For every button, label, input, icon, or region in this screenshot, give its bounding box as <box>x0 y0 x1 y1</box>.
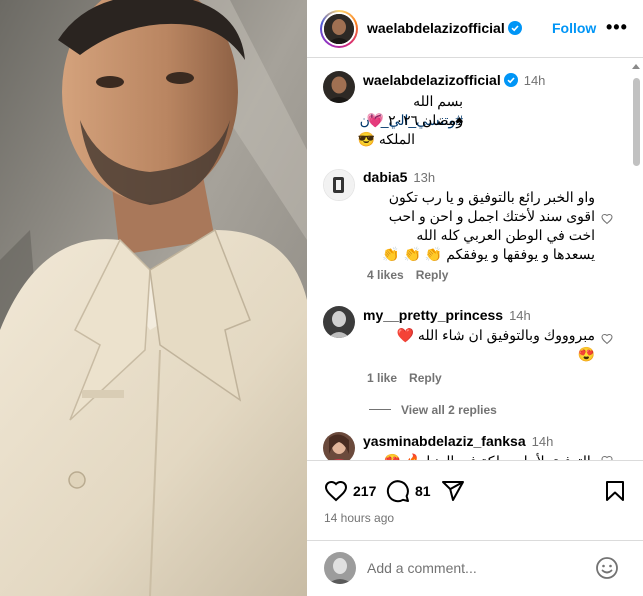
comment-text-line: 😍 <box>577 346 595 362</box>
verified-badge-icon <box>507 21 522 35</box>
portrait-illustration <box>0 0 307 596</box>
comment-text-line: اقوى سند لأختك اجمل و احن و احب <box>388 208 595 224</box>
comment-composer <box>307 540 643 596</box>
comment-meta: 1 like Reply <box>367 371 454 385</box>
follow-button[interactable]: Follow <box>552 20 596 36</box>
replies-divider <box>369 409 391 410</box>
like-comment-heart-icon[interactable] <box>601 213 613 225</box>
commenter-username[interactable]: my__pretty_princess 14h <box>363 307 531 323</box>
comment-text-line: اخت في الوطن العربي كله الله <box>416 227 595 243</box>
smiley-icon[interactable] <box>595 556 619 580</box>
caption-username[interactable]: waelabdelazizofficial 14h <box>363 72 545 88</box>
post-timestamp: 14 hours ago <box>324 511 395 525</box>
comment-text-line: مبروووك وبالتوفيق ان شاء الله ❤️ <box>396 327 595 343</box>
commenter-username[interactable]: dabia5 13h <box>363 169 435 185</box>
comment-input[interactable] <box>367 558 587 578</box>
heart-icon[interactable] <box>324 479 348 503</box>
post-details-pane: waelabdelazizofficial Follow ••• waelabd… <box>307 0 643 596</box>
post-photo <box>0 0 307 596</box>
comments-list: waelabdelazizofficial 14h بسم الله #وتنسي… <box>307 58 629 460</box>
post-header: waelabdelazizofficial Follow ••• <box>307 0 643 58</box>
reply-button[interactable]: Reply <box>416 268 449 282</box>
comment-icon[interactable] <box>386 479 410 503</box>
author-username[interactable]: waelabdelazizofficial <box>367 20 522 36</box>
comment-text-line: بالتوفيق لأحلى ملكة في الدنيا 🔥 😍 <box>345 452 595 460</box>
scrollbar-thumb[interactable] <box>633 78 640 166</box>
like-comment-heart-icon[interactable] <box>601 333 613 345</box>
reply-button[interactable]: Reply <box>409 371 442 385</box>
share-icon[interactable] <box>441 479 465 503</box>
comments-count[interactable]: 81 <box>415 483 431 499</box>
comments-scrollbar[interactable] <box>629 58 643 460</box>
post-actions-bar: 217 81 14 hours ago <box>307 460 643 540</box>
scroll-up-arrow-icon[interactable] <box>632 64 640 69</box>
comment-meta: 4 likes Reply <box>367 268 460 282</box>
bookmark-icon[interactable] <box>603 479 627 503</box>
likes-count[interactable]: 1 like <box>367 371 397 385</box>
likes-count[interactable]: 4 likes <box>367 268 404 282</box>
author-avatar[interactable] <box>320 10 358 48</box>
caption-line-3: الملكه 😎 <box>357 131 415 147</box>
more-options-icon[interactable]: ••• <box>606 17 628 38</box>
commenter-username[interactable]: yasminabdelaziz_fanksa 14h <box>363 433 553 449</box>
likes-count[interactable]: 217 <box>353 483 376 499</box>
caption-line-2: رمضان ٢٠٢٦ 💗 <box>366 112 463 128</box>
comment-text-line: يسعدها و يوفقها و يوفقكم 👏 👏 👏 <box>382 246 595 262</box>
comment-text-line: واو الخبر رائع بالتوفيق و يا رب تكون <box>388 189 595 205</box>
current-user-avatar <box>324 552 356 584</box>
verified-badge-icon <box>503 73 518 87</box>
view-replies-button[interactable]: View all 2 replies <box>401 403 497 417</box>
